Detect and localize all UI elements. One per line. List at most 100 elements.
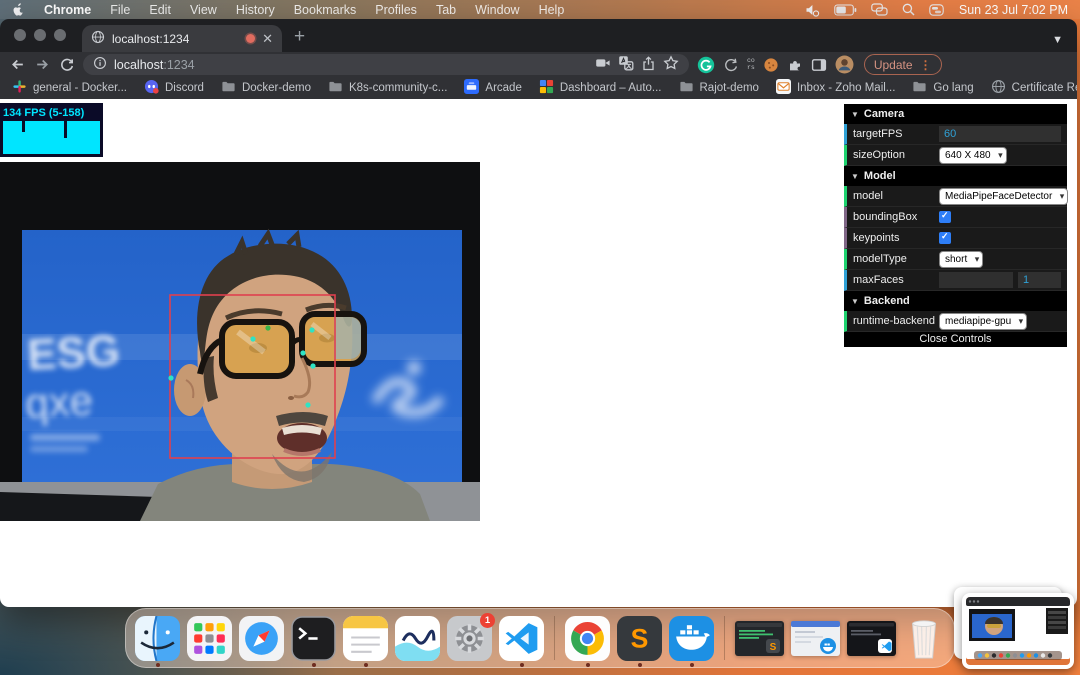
bookmark-discord[interactable]: Discord [144,79,204,97]
checkbox-checked[interactable] [939,211,951,223]
dock-item-freeform[interactable] [395,616,440,661]
bookmark-arcade[interactable]: Arcade [464,79,521,97]
fps-stats-panel[interactable]: 134 FPS (5-158) [0,103,103,162]
face-keypoint [305,402,310,407]
battery-icon[interactable] [834,4,857,16]
share-icon[interactable] [641,56,656,74]
translate-icon[interactable] [618,55,634,74]
bookmarks-bar: general - Docker... Discord Docker-demo K8s… [0,77,1077,99]
menu-item-tab[interactable]: Tab [436,3,456,17]
dock-item-chrome[interactable] [565,616,610,661]
browser-menu-icon[interactable]: ⋮ [920,58,932,72]
slider-value[interactable]: 1 [1018,272,1061,288]
number-input[interactable]: 60 [939,126,1061,142]
dock-item-safari[interactable] [239,616,284,661]
bookmark-docker-demo[interactable]: Docker-demo [221,79,311,97]
apple-menu-icon[interactable] [12,2,25,17]
new-tab-button[interactable]: + [294,27,305,46]
window-controls [14,29,66,41]
spotlight-icon[interactable] [902,3,915,16]
menu-item-view[interactable]: View [190,3,217,17]
grammarly-extension-icon[interactable] [697,56,715,74]
profile-avatar[interactable] [835,55,854,74]
cookie-extension-icon[interactable] [763,57,779,73]
gui-row-targetfps: targetFPS60 [844,124,1067,145]
slack-icon [12,79,27,97]
gui-folder-backend[interactable]: ▼ Backend [844,291,1067,311]
dock-item-window-sublime[interactable]: S [735,621,784,656]
dock-item-finder[interactable] [135,616,180,661]
extensions-puzzle-icon[interactable] [787,57,803,73]
select-dropdown[interactable]: MediaPipeFaceDetector [939,188,1068,205]
desktop: Chrome File Edit View History Bookmarks Profil… [0,0,1080,675]
menu-item-help[interactable]: Help [539,3,565,17]
bookmark-k8s-community-c-[interactable]: K8s-community-c... [328,79,447,97]
running-indicator [520,663,524,667]
control-center-icon[interactable] [929,4,944,16]
screenshot-preview[interactable] [962,593,1074,669]
back-icon[interactable] [9,56,26,73]
chevron-down-icon: ▼ [851,297,859,306]
zoom-window-button[interactable] [54,29,66,41]
menu-item-edit[interactable]: Edit [149,3,171,17]
bookmark-certificate-request[interactable]: Certificate Request [991,79,1077,97]
dock-item-system-settings[interactable]: 1 [447,616,492,661]
gui-row-maxfaces: maxFaces1 [844,270,1067,291]
menu-item-bookmarks[interactable]: Bookmarks [294,3,357,17]
menu-item-window[interactable]: Window [475,3,519,17]
gui-folder-label: Model [864,170,896,182]
select-dropdown[interactable]: short [939,251,983,268]
bookmark-rajot-demo[interactable]: Rajot-demo [679,79,759,97]
dock-item-docker[interactable] [669,616,714,661]
select-dropdown[interactable]: 640 X 480 [939,147,1007,164]
gui-folder-label: Backend [864,295,910,307]
gui-folder-model[interactable]: ▼Model [844,166,1067,186]
bookmark-label: general - Docker... [33,82,127,94]
recycle-extension-icon[interactable] [723,57,739,73]
tab-search-chevron-icon[interactable]: ▼ [1052,34,1063,46]
chrome-update-button[interactable]: Update ⋮ [864,54,942,75]
bookmark-go-lang[interactable]: Go lang [912,79,973,97]
dock-item-notes[interactable] [343,616,388,661]
menu-bar-status: Sun 23 Jul 7:02 PM [805,3,1068,17]
slider-track[interactable] [939,272,1013,288]
gui-row-label: boundingBox [853,211,939,223]
menu-item-file[interactable]: File [110,3,130,17]
bookmark-dashboard-auto-[interactable]: Dashboard – Auto... [539,79,662,97]
dock-item-window-vscode[interactable] [847,621,896,656]
reload-icon[interactable] [59,57,75,73]
tab-close-icon[interactable]: ✕ [262,32,273,45]
menu-item-history[interactable]: History [236,3,275,17]
display-mirroring-icon[interactable] [871,3,888,16]
gui-folder-camera[interactable]: ▼Camera [844,104,1067,124]
dock-item-trash[interactable] [903,615,945,661]
bookmark-inbox-zoho-mail-[interactable]: Inbox - Zoho Mail... [776,79,895,97]
menu-item-profiles[interactable]: Profiles [375,3,417,17]
dock-item-launchpad[interactable] [187,616,232,661]
cors-extension-icon[interactable]: cors [747,58,755,70]
forward-icon[interactable] [34,56,51,73]
menu-bar-left: Chrome File Edit View History Bookmarks Profil… [12,2,564,17]
close-controls-button[interactable]: Close Controls [844,332,1067,347]
status-icons [805,3,944,17]
speaker-icon[interactable] [805,3,820,17]
dock-item-window-docker[interactable] [791,621,840,656]
site-info-icon[interactable] [93,56,107,73]
browser-tab[interactable]: localhost:1234 ✕ [82,25,282,52]
menu-item-chrome[interactable]: Chrome [44,3,91,17]
bookmark-star-icon[interactable] [663,55,679,74]
menu-clock[interactable]: Sun 23 Jul 7:02 PM [959,3,1068,17]
side-panel-icon[interactable] [811,57,827,73]
close-window-button[interactable] [14,29,26,41]
address-bar[interactable]: localhost:1234 [83,54,689,75]
select-dropdown[interactable]: mediapipe-gpu [939,313,1027,330]
minimize-window-button[interactable] [34,29,46,41]
checkbox-checked[interactable] [939,232,951,244]
dock-item-sublime-text[interactable]: S [617,616,662,661]
dock-item-terminal[interactable] [291,616,336,661]
bookmark-general-docker-[interactable]: general - Docker... [12,79,127,97]
url-host: localhost [114,58,163,72]
camera-permission-icon[interactable] [595,55,611,74]
bookmark-label: Go lang [933,82,973,94]
dock-item-vscode[interactable] [499,616,544,661]
